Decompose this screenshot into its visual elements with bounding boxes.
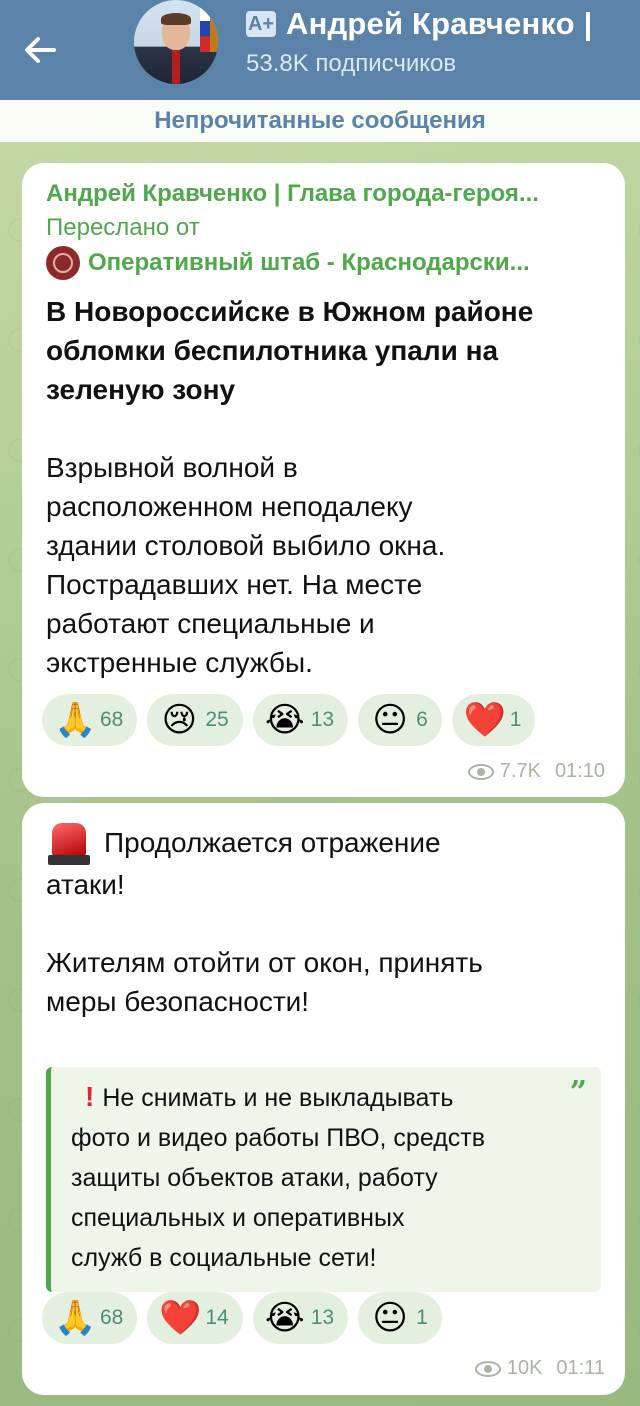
reaction-sob[interactable]: 😭 13 [252,694,349,746]
reaction-count: 68 [100,1306,124,1329]
reaction-neutral[interactable]: 😐 6 [358,694,442,746]
blockquote: ” ! Не снимать и не выкладывать фото и ви… [46,1067,601,1292]
forward-author[interactable]: Андрей Кравченко | Глава города-героя... [46,180,601,208]
reaction-neutral[interactable]: 😐 1 [358,1292,442,1344]
message-meta: 7.7K 01:10 [467,760,605,783]
message-body: Взрывной волной в расположенном неподале… [46,448,601,682]
reaction-count: 25 [205,708,229,731]
body-line: Продолжается отражение [104,827,441,858]
quote-line: специальных и оперативных [71,1204,405,1232]
message-meta: 10K 01:11 [474,1357,605,1380]
neutral-face-icon: 😐 [372,1298,408,1338]
body-line: атаки! [46,869,125,900]
crying-face-icon: 😢 [161,700,198,740]
sobbing-face-icon: 😭 [264,700,305,740]
subscriber-count: 53.8K подписчиков [246,50,457,77]
channel-title: Андрей Кравченко | [286,6,593,41]
chat-header: A+ Андрей Кравченко | 53.8K подписчиков [0,0,640,100]
forward-source[interactable]: Оперативный штаб - Краснодарски... [46,246,601,280]
eye-icon [474,1360,501,1377]
reaction-heart[interactable]: ❤️ 14 [147,1292,243,1344]
body-line: Жителям отойти от окон, принять [46,947,483,978]
reaction-pray[interactable]: 🙏 68 [42,1292,138,1344]
verified-badge-icon: A+ [246,11,276,37]
heart-icon: ❤️ [463,700,507,740]
message-time: 01:11 [556,1357,605,1379]
reaction-count: 13 [310,1306,335,1329]
quote-icon: ” [569,1075,587,1110]
message-time: 01:10 [554,760,605,782]
body-line: здании столовой выбило окна. [46,530,446,561]
reaction-count: 6 [416,708,428,731]
heading-line: зеленую зону [46,374,236,405]
reaction-pray[interactable]: 🙏 68 [42,694,138,746]
message-bubble[interactable]: Продолжается отражение атаки! Жителям от… [22,803,625,1395]
body-line: экстренные службы. [46,647,313,678]
reactions-bar: 🙏 68 ❤️ 14 😭 13 😐 1 [42,1292,442,1344]
reaction-heart[interactable]: ❤️ 1 [451,694,536,746]
quote-line: Не снимать и не выкладывать [102,1084,454,1112]
forward-label: Переслано от [46,214,200,241]
body-line: Взрывной волной в [46,452,298,483]
quote-line: защиты объектов атаки, работу [71,1164,438,1192]
heading-line: обломки беспилотника упали на [46,335,499,366]
reaction-count: 14 [205,1306,229,1329]
quote-line: фото и видео работы ПВО, средств [71,1124,486,1152]
body-line: расположенном неподалеку [46,491,413,522]
quote-line: служб в социальные сети! [71,1244,377,1272]
pray-icon: 🙏 [54,700,97,740]
reaction-cry[interactable]: 😢 25 [147,694,243,746]
sobbing-face-icon: 😭 [264,1298,305,1338]
body-line: Пострадавших нет. На месте [46,569,423,600]
reactions-bar: 🙏 68 😢 25 😭 13 😐 6 ❤️ 1 [42,694,536,746]
message-body: Продолжается отражение [104,823,441,862]
body-line: меры безопасности! [46,986,310,1017]
heading-line: В Новороссийске в Южном районе [46,296,534,327]
siren-icon [46,823,92,865]
exclamation-icon: ! [85,1081,95,1112]
reaction-count: 1 [509,708,522,731]
reaction-sob[interactable]: 😭 13 [252,1292,349,1344]
heart-icon: ❤️ [159,1298,202,1338]
back-button[interactable] [0,0,80,100]
body-line: работают специальные и [46,608,375,639]
channel-info[interactable]: A+ Андрей Кравченко | 53.8K подписчиков [246,0,593,78]
reaction-count: 68 [100,708,124,731]
eye-icon [467,763,494,780]
message-heading: В Новороссийске в Южном районе обломки б… [46,292,601,409]
unread-messages-divider: Непрочитанные сообщения [0,100,640,142]
neutral-face-icon: 😐 [372,700,408,740]
arrow-left-icon [25,37,56,63]
channel-avatar[interactable] [134,0,218,84]
reaction-count: 13 [310,708,335,731]
reaction-count: 1 [416,1306,428,1329]
view-count: 7.7K [499,760,541,782]
view-count: 10K [506,1357,543,1379]
message-bubble[interactable]: Андрей Кравченко | Глава города-героя...… [22,163,625,797]
forward-source-name: Оперативный штаб - Краснодарски... [88,249,530,276]
message-body: Жителям отойти от окон, принять меры без… [46,943,601,1021]
source-avatar-icon [46,246,80,280]
pray-icon: 🙏 [54,1298,97,1338]
